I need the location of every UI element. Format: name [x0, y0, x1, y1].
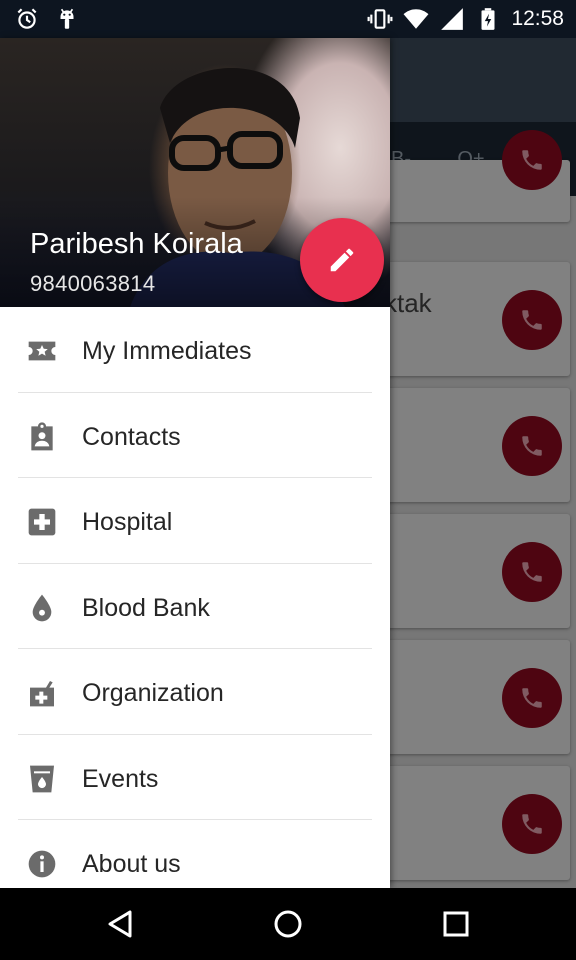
drawer-scrim[interactable]	[390, 38, 576, 888]
drawer-menu: My Immediates Contacts Hospital Blood Ba…	[0, 307, 390, 888]
menu-item-label: Events	[82, 764, 159, 793]
clock: 12:58	[511, 7, 564, 30]
menu-item-hospital[interactable]: Hospital	[0, 478, 390, 564]
menu-item-about-us[interactable]: About us	[0, 820, 390, 888]
battery-charging-icon	[481, 8, 495, 30]
menu-item-my-immediates[interactable]: My Immediates	[0, 307, 390, 393]
blood-drop-icon	[32, 594, 52, 621]
menu-item-events[interactable]: Events	[0, 735, 390, 820]
navigation-drawer: Paribesh Koirala 9840063814 My Immediate…	[0, 38, 390, 888]
menu-item-label: My Immediates	[82, 337, 252, 365]
pencil-icon	[330, 248, 354, 272]
status-bar: 12:58	[0, 0, 576, 38]
organization-icon	[30, 681, 54, 707]
menu-item-label: Contacts	[82, 422, 181, 451]
cell-signal-icon	[441, 8, 464, 30]
vibrate-icon	[367, 9, 393, 29]
wifi-icon	[403, 9, 429, 29]
menu-item-label: Hospital	[82, 508, 173, 536]
back-icon[interactable]	[100, 904, 140, 944]
menu-item-label: Blood Bank	[82, 593, 210, 622]
menu-item-blood-bank[interactable]: Blood Bank	[0, 564, 390, 649]
home-icon[interactable]	[268, 904, 308, 944]
menu-item-organization[interactable]: Organization	[0, 649, 390, 735]
drawer-header: Paribesh Koirala 9840063814	[0, 38, 390, 307]
menu-item-label: Organization	[82, 679, 224, 707]
profile-phone: 9840063814	[30, 271, 156, 296]
recents-icon[interactable]	[436, 904, 476, 944]
events-cup-icon	[30, 765, 54, 792]
profile-name: Paribesh Koirala	[30, 228, 243, 260]
android-debug-icon	[60, 8, 74, 29]
edit-profile-button[interactable]	[300, 218, 384, 302]
menu-item-contacts[interactable]: Contacts	[0, 393, 390, 478]
menu-item-label: About us	[82, 850, 181, 878]
info-icon	[28, 850, 56, 878]
system-navigation-bar	[0, 888, 576, 960]
alarm-icon	[17, 8, 37, 29]
hospital-cross-icon	[28, 508, 56, 536]
contact-badge-icon	[31, 421, 53, 450]
star-badge-icon	[28, 341, 56, 361]
